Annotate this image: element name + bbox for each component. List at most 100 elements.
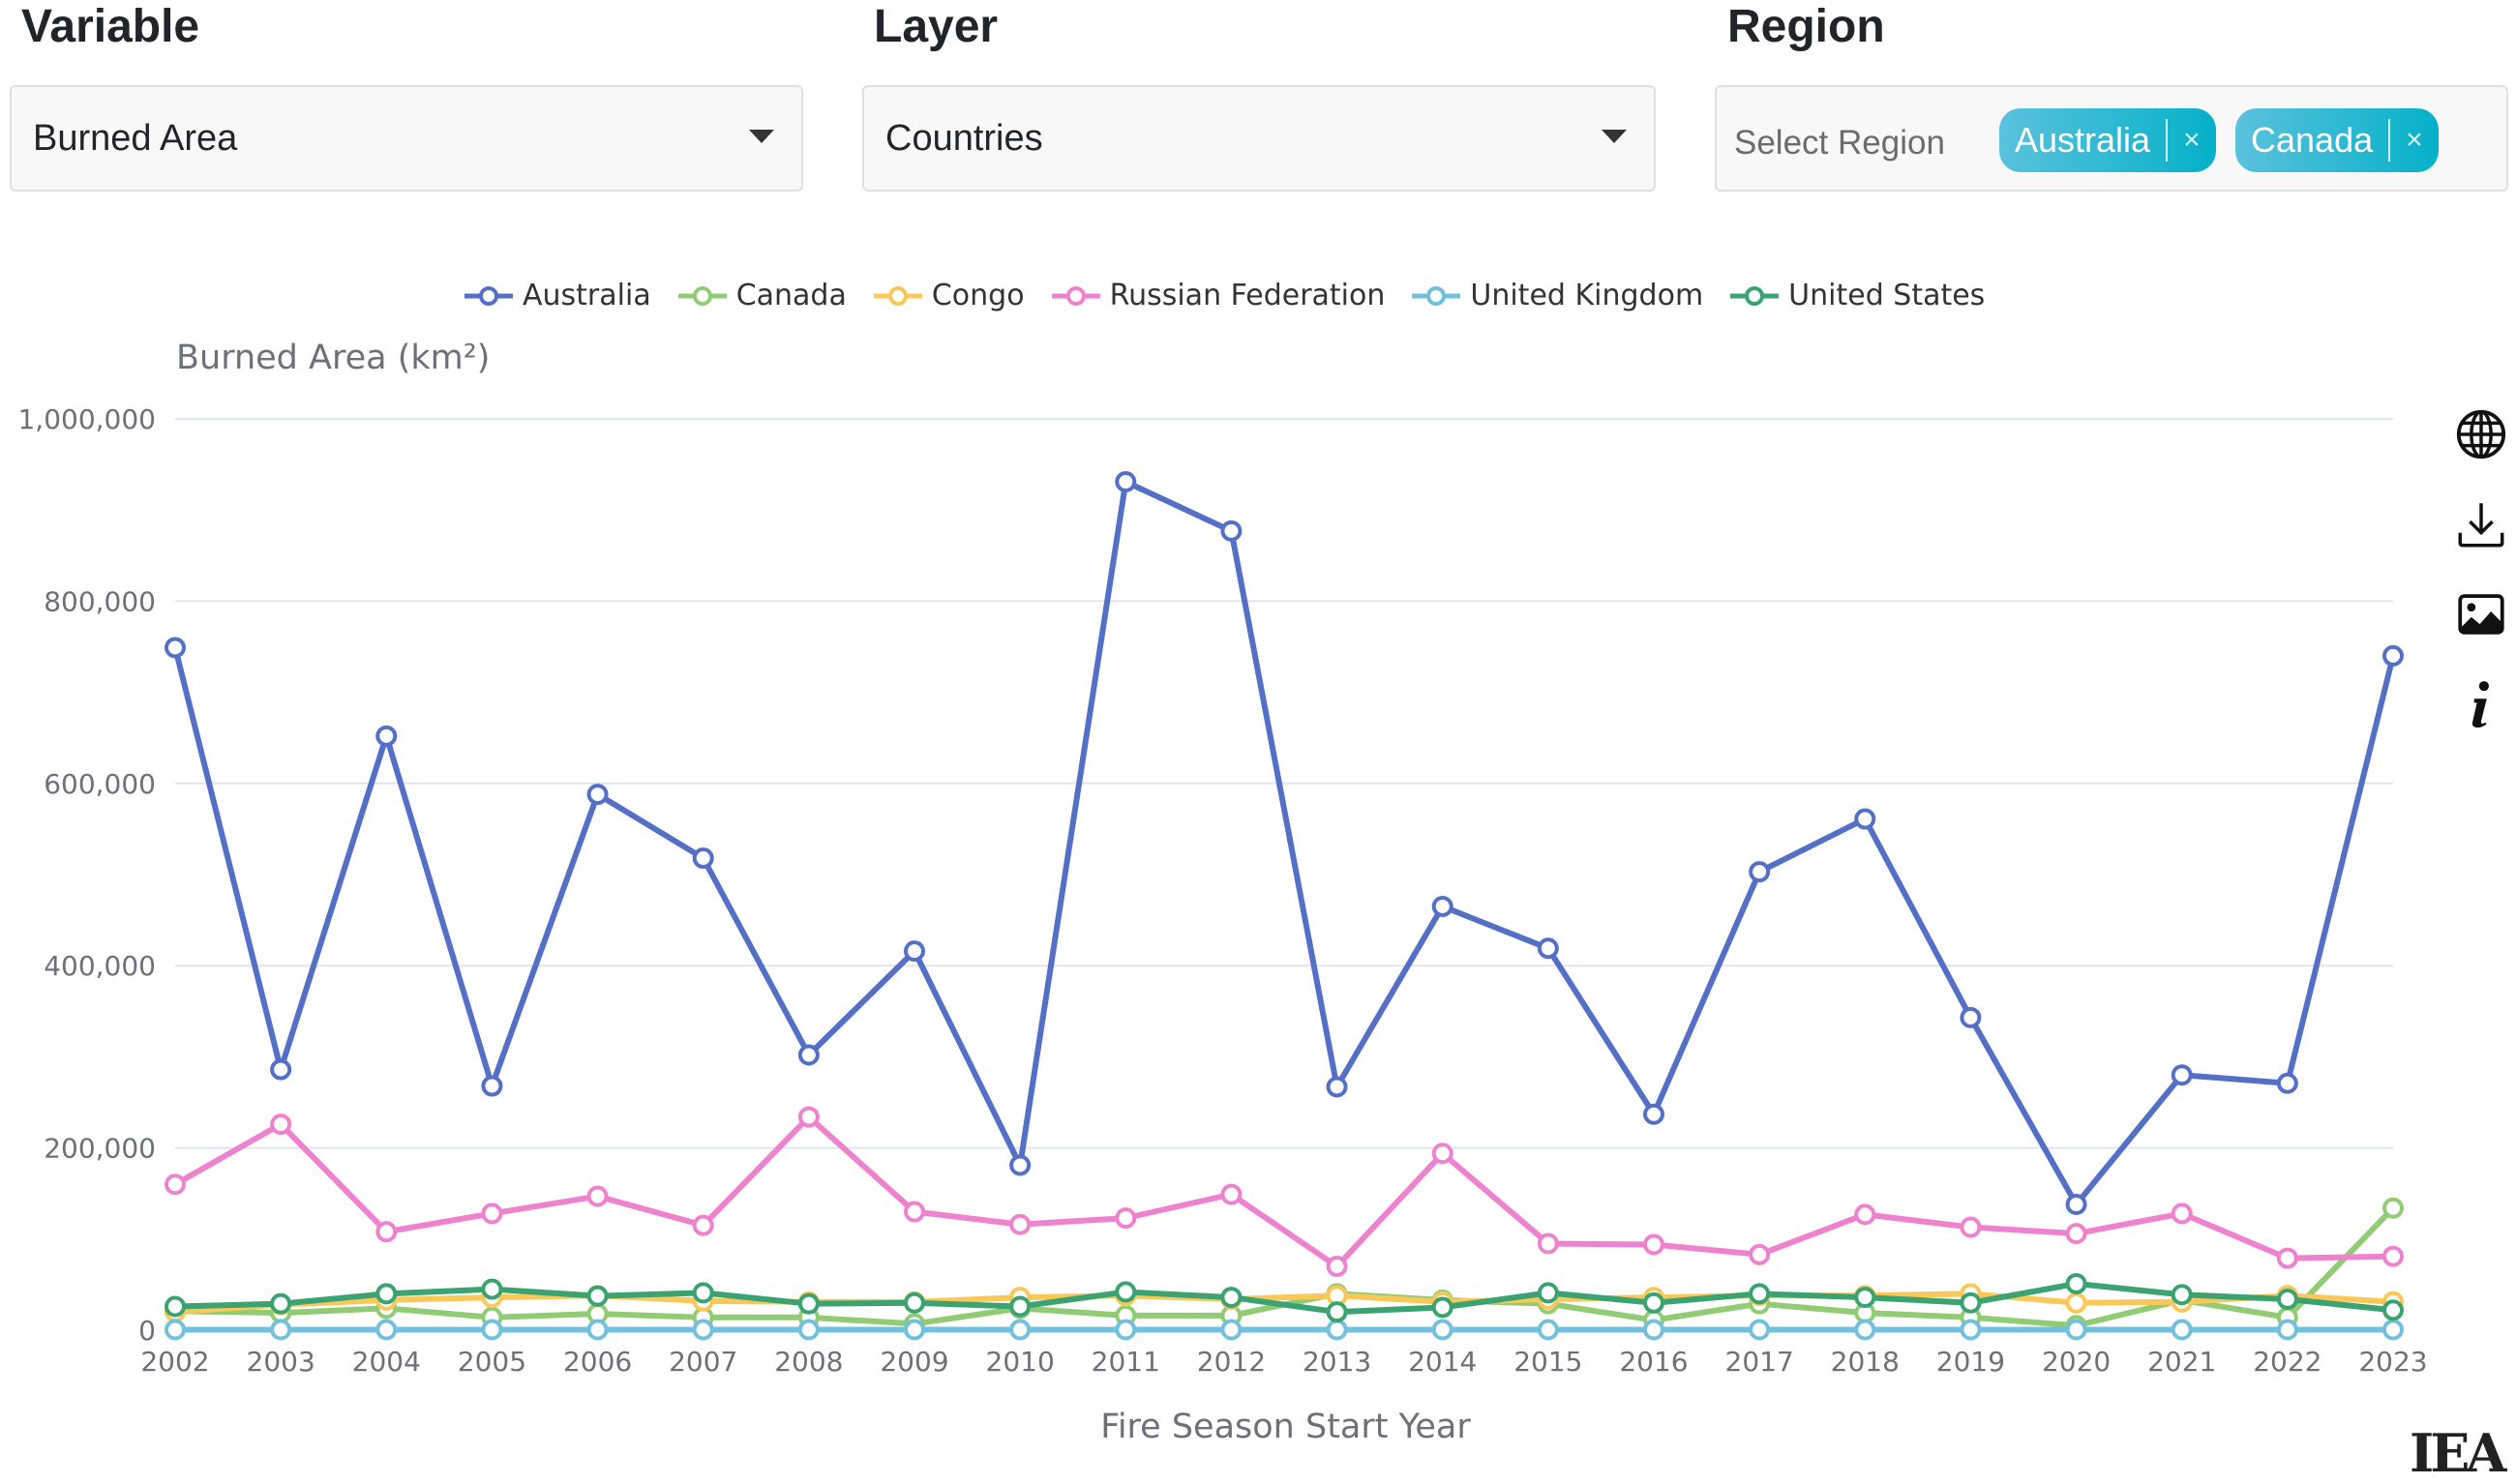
data-point[interactable]: [375, 1319, 398, 1341]
data-point[interactable]: [481, 1075, 503, 1097]
data-point[interactable]: [692, 847, 714, 870]
data-point[interactable]: [1960, 1291, 1982, 1314]
data-point[interactable]: [1431, 1143, 1453, 1165]
data-point[interactable]: [481, 1278, 503, 1300]
data-point[interactable]: [2276, 1319, 2298, 1341]
data-point[interactable]: [1431, 1319, 1453, 1341]
data-point[interactable]: [270, 1292, 292, 1315]
data-point[interactable]: [1115, 1319, 1137, 1341]
data-point[interactable]: [1220, 1287, 1243, 1309]
info-icon[interactable]: [2453, 676, 2509, 732]
data-point[interactable]: [2382, 644, 2404, 667]
data-point[interactable]: [1326, 1256, 1348, 1278]
data-point[interactable]: [1115, 1281, 1137, 1303]
data-point[interactable]: [165, 1295, 186, 1318]
data-point[interactable]: [2382, 1319, 2404, 1341]
data-point[interactable]: [904, 1201, 925, 1223]
data-point[interactable]: [2382, 1299, 2404, 1321]
data-point[interactable]: [2382, 1245, 2404, 1267]
data-point[interactable]: [797, 1106, 820, 1128]
download-icon[interactable]: [2453, 496, 2509, 552]
data-point[interactable]: [1960, 1216, 1982, 1238]
data-point[interactable]: [1220, 1319, 1243, 1341]
data-point[interactable]: [586, 1285, 609, 1307]
data-point[interactable]: [2171, 1319, 2193, 1341]
data-point[interactable]: [1749, 1319, 1771, 1341]
data-point[interactable]: [2065, 1194, 2087, 1216]
data-point[interactable]: [586, 1185, 609, 1207]
data-point[interactable]: [375, 725, 398, 747]
data-point[interactable]: [1115, 1207, 1137, 1230]
data-point[interactable]: [2065, 1319, 2087, 1341]
x-tick-label: 2017: [1725, 1346, 1794, 1378]
data-point[interactable]: [481, 1319, 503, 1341]
data-point[interactable]: [692, 1214, 714, 1236]
data-point[interactable]: [1431, 895, 1453, 917]
x-tick-label: 2011: [1092, 1346, 1160, 1378]
data-point[interactable]: [1749, 1283, 1771, 1305]
data-point[interactable]: [2276, 1247, 2298, 1269]
data-point[interactable]: [2171, 1202, 2193, 1225]
data-point[interactable]: [1854, 1319, 1876, 1341]
data-point[interactable]: [904, 1291, 925, 1314]
data-point[interactable]: [904, 1319, 925, 1341]
data-point[interactable]: [797, 1044, 820, 1066]
data-point[interactable]: [904, 940, 925, 963]
x-tick-label: 2013: [1303, 1346, 1371, 1378]
data-point[interactable]: [1749, 1243, 1771, 1265]
data-point[interactable]: [692, 1319, 714, 1341]
data-point[interactable]: [1854, 808, 1876, 830]
data-point[interactable]: [1009, 1213, 1032, 1235]
data-point[interactable]: [1115, 470, 1137, 492]
data-point[interactable]: [797, 1319, 820, 1341]
data-point[interactable]: [1009, 1295, 1032, 1318]
data-point[interactable]: [375, 1283, 398, 1305]
data-point[interactable]: [2171, 1064, 2193, 1086]
data-point[interactable]: [270, 1058, 292, 1081]
data-point[interactable]: [1537, 1232, 1559, 1255]
data-point[interactable]: [586, 1319, 609, 1341]
data-point[interactable]: [1326, 1076, 1348, 1098]
data-point[interactable]: [1643, 1233, 1664, 1256]
data-point[interactable]: [1220, 519, 1243, 542]
data-point[interactable]: [1643, 1103, 1664, 1125]
data-point[interactable]: [1537, 1282, 1559, 1304]
data-point[interactable]: [2065, 1272, 2087, 1294]
data-point[interactable]: [1749, 861, 1771, 883]
data-point[interactable]: [1643, 1291, 1664, 1314]
data-point[interactable]: [2171, 1284, 2193, 1306]
data-point[interactable]: [1960, 1319, 1982, 1341]
data-point[interactable]: [1854, 1287, 1876, 1309]
globe-icon[interactable]: [2453, 406, 2509, 462]
data-point[interactable]: [481, 1202, 503, 1225]
data-point[interactable]: [165, 1173, 186, 1196]
x-tick-label: 2020: [2042, 1346, 2111, 1378]
data-point[interactable]: [1220, 1183, 1243, 1205]
line-chart: 0 200,000 400,000 600,000 800,000 1,000,000 20…: [17, 403, 2427, 1378]
data-point[interactable]: [1009, 1319, 1032, 1341]
data-point[interactable]: [586, 784, 609, 806]
data-point[interactable]: [1431, 1296, 1453, 1319]
data-point[interactable]: [2065, 1291, 2087, 1314]
data-point[interactable]: [1537, 937, 1559, 960]
data-point[interactable]: [1326, 1319, 1348, 1341]
data-point[interactable]: [165, 637, 186, 659]
data-point[interactable]: [270, 1113, 292, 1136]
data-point[interactable]: [2276, 1288, 2298, 1310]
data-point[interactable]: [1009, 1154, 1032, 1176]
data-point[interactable]: [375, 1221, 398, 1243]
data-point[interactable]: [165, 1319, 186, 1341]
data-point[interactable]: [1854, 1203, 1876, 1226]
data-point[interactable]: [1326, 1301, 1348, 1323]
data-point[interactable]: [1537, 1319, 1559, 1341]
data-point[interactable]: [2276, 1072, 2298, 1094]
data-point[interactable]: [2065, 1223, 2087, 1245]
image-icon[interactable]: [2453, 586, 2509, 642]
data-point[interactable]: [270, 1319, 292, 1341]
data-point[interactable]: [692, 1282, 714, 1304]
data-point[interactable]: [1643, 1319, 1664, 1341]
data-point[interactable]: [2382, 1197, 2404, 1219]
x-tick-label: 2010: [986, 1346, 1055, 1378]
data-point[interactable]: [1960, 1006, 1982, 1028]
data-point[interactable]: [797, 1292, 820, 1315]
